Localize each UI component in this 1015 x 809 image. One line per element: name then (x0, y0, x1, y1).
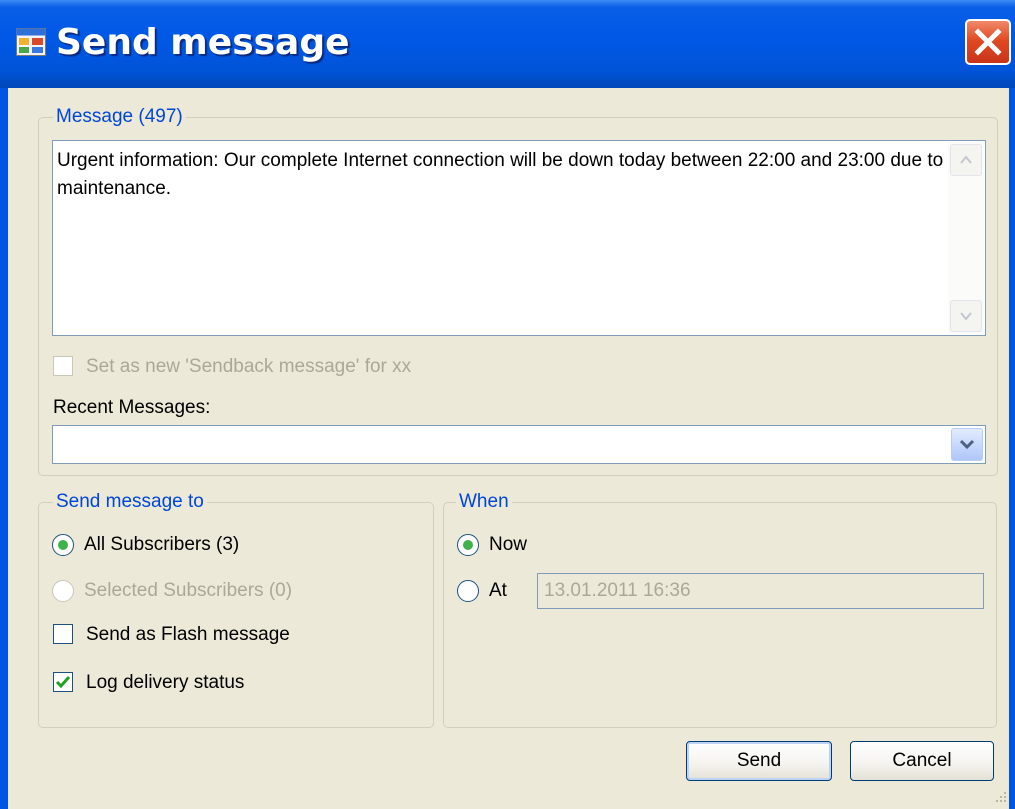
at-label[interactable]: At (489, 578, 507, 604)
when-group-legend: When (456, 489, 512, 515)
message-scrollbar[interactable] (948, 142, 984, 334)
at-radio[interactable] (457, 580, 479, 602)
now-radio[interactable] (457, 534, 479, 556)
close-icon (974, 28, 1002, 56)
title-bar[interactable]: Send message (0, 0, 1015, 88)
chevron-down-icon (960, 312, 972, 321)
selected-subscribers-label: Selected Subscribers (0) (84, 580, 293, 601)
send-to-group-legend: Send message to (53, 489, 207, 515)
datetime-value: 13.01.2011 16:36 (544, 580, 691, 601)
message-text[interactable]: Urgent information: Our complete Interne… (57, 147, 945, 203)
datetime-input[interactable]: 13.01.2011 16:36 (537, 573, 984, 609)
send-button[interactable]: Send (686, 741, 832, 781)
close-button[interactable] (965, 19, 1011, 65)
all-subscribers-radio[interactable] (52, 534, 74, 556)
app-icon (16, 28, 46, 56)
sendback-label: Set as new 'Sendback message' for xx (86, 356, 412, 377)
window-frame-left (0, 88, 8, 809)
log-delivery-checkbox[interactable] (53, 672, 73, 692)
window-frame-right (1009, 88, 1015, 809)
flash-message-checkbox[interactable] (53, 624, 73, 644)
radio-selected-dot (58, 540, 68, 550)
recent-messages-combobox[interactable] (52, 425, 986, 464)
resize-grip-icon[interactable] (994, 790, 1008, 804)
check-mark-icon (55, 676, 71, 689)
recent-messages-dropdown-button[interactable] (951, 428, 983, 461)
chevron-down-icon (959, 439, 975, 450)
window-title: Send message (56, 22, 350, 63)
all-subscribers-label[interactable]: All Subscribers (3) (84, 532, 239, 558)
flash-message-label[interactable]: Send as Flash message (86, 622, 290, 648)
message-group-legend: Message (497) (53, 104, 186, 130)
recent-messages-label: Recent Messages: (53, 397, 211, 418)
cancel-button[interactable]: Cancel (850, 741, 994, 781)
scroll-up-button[interactable] (950, 144, 982, 176)
send-message-dialog: Send message Message (497) Urgent inform… (0, 0, 1015, 809)
selected-subscribers-radio[interactable] (52, 580, 74, 602)
message-textarea[interactable]: Urgent information: Our complete Interne… (52, 140, 986, 336)
scroll-down-button[interactable] (950, 300, 982, 332)
chevron-up-icon (960, 155, 972, 164)
radio-selected-dot (463, 540, 473, 550)
sendback-checkbox[interactable] (53, 356, 73, 376)
now-label[interactable]: Now (489, 532, 527, 558)
log-delivery-label[interactable]: Log delivery status (86, 670, 244, 696)
